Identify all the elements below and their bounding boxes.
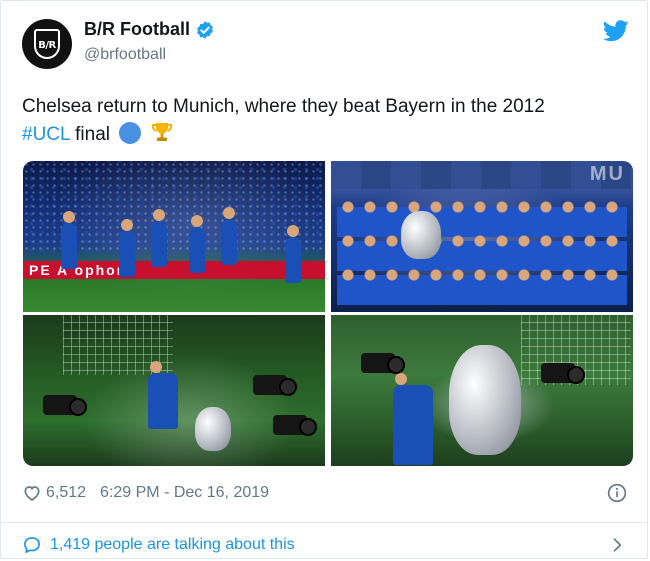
photo-team-trophy[interactable]: MU [331, 161, 633, 312]
tweet-card: B/R B/R Football @brfootball Chelsea ret… [0, 0, 648, 559]
photo-drogba-trophy[interactable] [23, 315, 325, 466]
photo-player [119, 219, 135, 277]
photo-trophy [195, 407, 231, 451]
photo-camera [43, 395, 87, 416]
photo-camera [253, 375, 297, 396]
tweet-text: Chelsea return to Munich, where they bea… [22, 93, 632, 148]
photo-player [61, 211, 77, 269]
avatar-logo: B/R [34, 29, 60, 59]
photo-camera [541, 363, 585, 384]
tweet-meta: 6,512 6:29 PM - Dec 16, 2019 [22, 483, 269, 503]
photo-celebration-pitch[interactable]: PE A ophon [23, 161, 325, 312]
photo-player [393, 373, 433, 465]
display-name[interactable]: B/R Football [84, 19, 215, 40]
photo-grid: PE A ophon MU [23, 161, 633, 466]
trophy-emoji-icon [150, 120, 174, 144]
photo-camera [361, 353, 405, 374]
hashtag-link[interactable]: #UCL [22, 124, 70, 145]
tweet-text-end: final [75, 124, 111, 145]
photo-player [221, 207, 237, 265]
photo-camera [273, 415, 317, 436]
photo-trophy [401, 211, 441, 259]
talking-about-label[interactable]: 1,419 people are talking about this [50, 536, 295, 554]
photo-player [189, 215, 205, 273]
photo-player [285, 225, 301, 283]
display-name-text[interactable]: B/R Football [84, 19, 190, 40]
tweet-text-line: Chelsea return to Munich, where they bea… [22, 96, 545, 117]
photo-banner-text: MU [589, 163, 625, 185]
tweet-timestamp[interactable]: 6:29 PM - Dec 16, 2019 [100, 484, 269, 502]
blue-circle-emoji-icon [119, 122, 142, 144]
heart-icon[interactable] [22, 483, 42, 503]
photo-player [148, 361, 178, 429]
comment-icon [22, 535, 42, 555]
photo-player [151, 209, 167, 267]
user-handle[interactable]: @brfootball [84, 46, 166, 64]
photo-lampard-trophy[interactable] [331, 315, 633, 466]
info-icon[interactable] [607, 483, 627, 503]
divider [1, 522, 647, 523]
chevron-right-icon[interactable] [607, 535, 627, 555]
talking-about-link[interactable]: 1,419 people are talking about this [22, 533, 627, 557]
like-count[interactable]: 6,512 [46, 484, 86, 502]
photo-trophy [449, 345, 521, 455]
verified-icon [195, 20, 215, 40]
photo-team-row [337, 265, 627, 305]
twitter-logo-icon[interactable] [602, 20, 629, 42]
avatar[interactable]: B/R [22, 19, 72, 69]
photo-banner [331, 161, 633, 189]
